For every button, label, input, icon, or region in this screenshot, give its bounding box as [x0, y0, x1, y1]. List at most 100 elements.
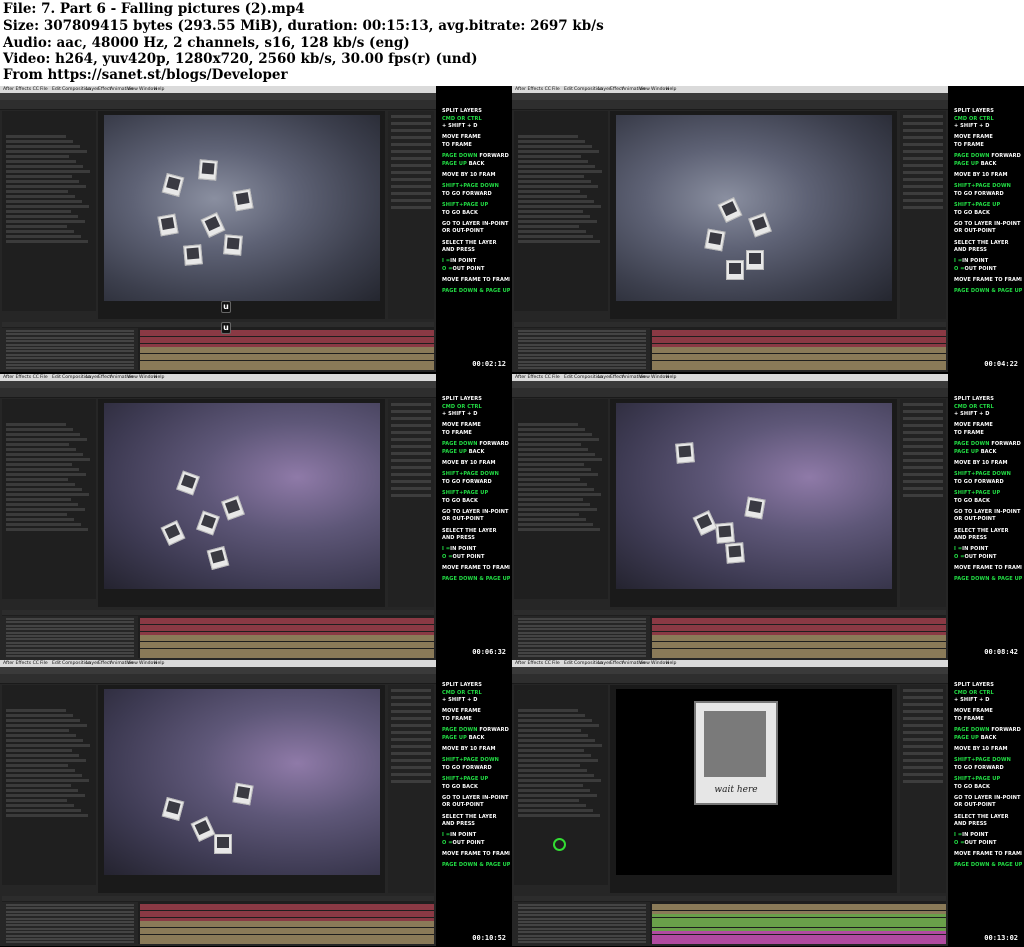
layer-row[interactable] [6, 336, 134, 339]
menu-item[interactable]: Help [154, 660, 164, 667]
layer-row[interactable] [518, 931, 646, 934]
layer-row[interactable] [6, 648, 134, 651]
layer-row[interactable] [518, 907, 646, 910]
layer-row[interactable] [518, 333, 646, 336]
layer-bar[interactable] [140, 367, 434, 371]
project-item[interactable] [518, 503, 590, 506]
effects-item[interactable] [903, 206, 943, 209]
effects-item[interactable] [903, 424, 943, 427]
project-item[interactable] [6, 789, 78, 792]
layer-row[interactable] [518, 350, 646, 353]
project-item[interactable] [518, 814, 600, 817]
menu-item[interactable]: View [127, 86, 138, 93]
layer-row[interactable] [6, 353, 134, 356]
project-item[interactable] [518, 724, 599, 727]
layer-row[interactable] [518, 652, 646, 654]
project-item[interactable] [518, 155, 581, 158]
layer-row[interactable] [6, 907, 134, 910]
menu-item[interactable]: Help [154, 86, 164, 93]
project-item[interactable] [6, 135, 66, 138]
menu-item[interactable]: Layer [86, 660, 99, 667]
effects-item[interactable] [903, 752, 943, 755]
menu-item[interactable]: View [639, 660, 650, 667]
effects-item[interactable] [391, 157, 431, 160]
effects-item[interactable] [903, 410, 943, 413]
project-item[interactable] [518, 729, 581, 732]
project-item[interactable] [518, 170, 602, 173]
effects-item[interactable] [391, 424, 431, 427]
project-item[interactable] [518, 774, 594, 777]
menu-item[interactable]: Help [666, 86, 676, 93]
effects-item[interactable] [903, 171, 943, 174]
menu-item[interactable]: View [639, 374, 650, 381]
layer-row[interactable] [518, 927, 646, 930]
effects-item[interactable] [391, 752, 431, 755]
effects-item[interactable] [391, 773, 431, 776]
timeline-panel[interactable] [2, 896, 434, 945]
project-item[interactable] [518, 428, 585, 431]
layer-row[interactable] [6, 618, 134, 620]
effects-item[interactable] [391, 473, 431, 476]
project-item[interactable] [518, 160, 588, 163]
layer-row[interactable] [6, 904, 134, 906]
project-item[interactable] [518, 799, 579, 802]
project-item[interactable] [6, 423, 66, 426]
project-item[interactable] [518, 739, 595, 742]
menu-item[interactable]: Layer [86, 374, 99, 381]
layer-row[interactable] [518, 904, 646, 906]
layer-row[interactable] [6, 910, 134, 913]
effects-item[interactable] [391, 115, 431, 118]
effects-item[interactable] [903, 438, 943, 441]
project-item[interactable] [518, 478, 580, 481]
effects-item[interactable] [903, 466, 943, 469]
effects-item[interactable] [391, 731, 431, 734]
layer-bar[interactable] [652, 655, 946, 659]
project-item[interactable] [6, 473, 86, 476]
project-item[interactable] [518, 764, 580, 767]
project-item[interactable] [518, 809, 593, 812]
layer-row[interactable] [6, 931, 134, 934]
layer-row[interactable] [518, 655, 646, 658]
effects-item[interactable] [903, 115, 943, 118]
project-item[interactable] [518, 150, 599, 153]
menu-item[interactable]: Layer [598, 374, 611, 381]
layer-row[interactable] [6, 350, 134, 353]
project-item[interactable] [518, 423, 578, 426]
project-item[interactable] [6, 205, 89, 208]
effects-item[interactable] [903, 178, 943, 181]
project-item[interactable] [518, 789, 590, 792]
project-item[interactable] [6, 185, 86, 188]
menu-item[interactable]: View [127, 374, 138, 381]
effects-item[interactable] [903, 452, 943, 455]
project-item[interactable] [518, 719, 592, 722]
effects-item[interactable] [903, 487, 943, 490]
project-item[interactable] [518, 498, 583, 501]
project-item[interactable] [6, 709, 66, 712]
effects-item[interactable] [903, 703, 943, 706]
project-item[interactable] [6, 523, 81, 526]
project-item[interactable] [6, 453, 83, 456]
project-item[interactable] [518, 518, 586, 521]
project-item[interactable] [6, 155, 69, 158]
layer-row[interactable] [518, 347, 646, 349]
project-item[interactable] [518, 453, 595, 456]
effects-item[interactable] [391, 696, 431, 699]
project-item[interactable] [518, 473, 598, 476]
layer-row[interactable] [6, 934, 134, 937]
menu-item[interactable]: After Effects CC [515, 374, 551, 381]
layer-row[interactable] [518, 917, 646, 920]
project-item[interactable] [6, 428, 73, 431]
layer-row[interactable] [6, 631, 134, 634]
project-item[interactable] [518, 784, 583, 787]
layer-row[interactable] [6, 347, 134, 349]
timeline-panel[interactable] [514, 322, 946, 371]
composition-viewer[interactable] [610, 111, 897, 319]
effects-item[interactable] [391, 136, 431, 139]
project-item[interactable] [6, 195, 75, 198]
effects-item[interactable] [391, 129, 431, 132]
layer-bar[interactable] [140, 655, 434, 659]
timeline-panel[interactable] [2, 322, 434, 371]
project-item[interactable] [518, 195, 587, 198]
menu-item[interactable]: Edit [52, 86, 61, 93]
layer-row[interactable] [518, 910, 646, 913]
